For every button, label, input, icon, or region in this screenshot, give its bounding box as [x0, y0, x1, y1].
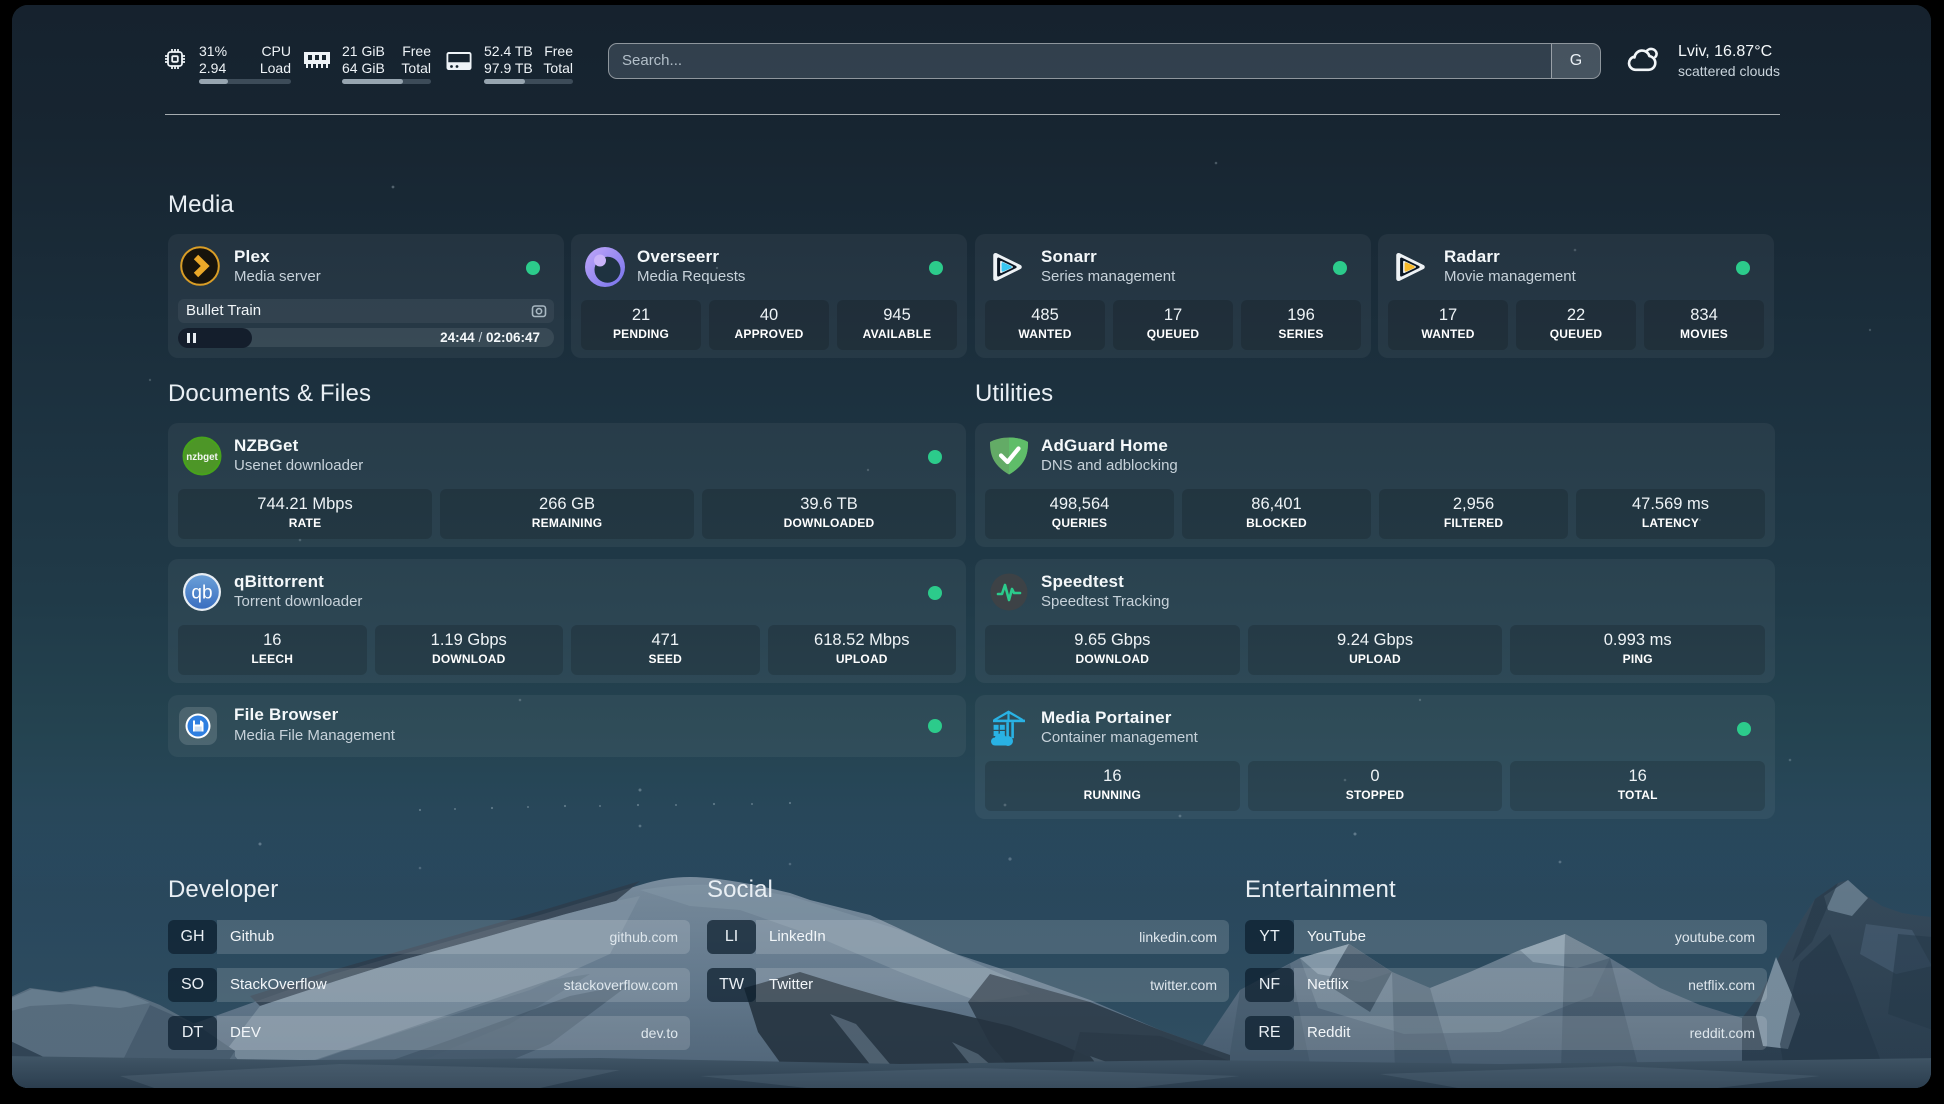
svg-text:qb: qb — [191, 583, 212, 604]
svg-text:nzbget: nzbget — [186, 452, 218, 463]
